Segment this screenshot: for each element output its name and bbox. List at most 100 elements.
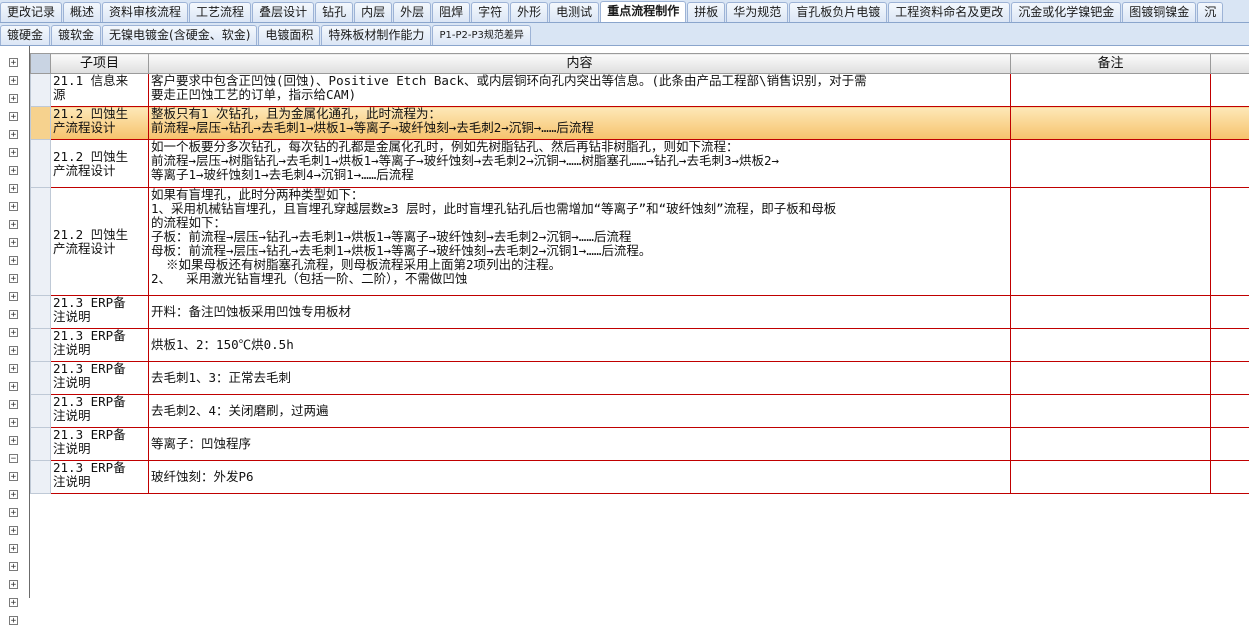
column-header-sub-item[interactable]: 子项目 [51,54,149,74]
cell-content[interactable]: 等离子：凹蚀程序 [149,428,1011,461]
expand-plus-icon[interactable]: + [9,256,18,265]
column-header-content[interactable]: 内容 [149,54,1011,74]
expand-plus-icon[interactable]: + [9,202,18,211]
row-indicator[interactable] [31,74,51,107]
expand-plus-icon[interactable]: + [9,220,18,229]
expand-plus-icon[interactable]: + [9,166,18,175]
expand-plus-icon[interactable]: + [9,310,18,319]
row-indicator[interactable] [31,461,51,494]
expand-plus-icon[interactable]: + [9,346,18,355]
tab-tabs_row1-8[interactable]: 阻焊 [432,2,470,22]
cell-content[interactable]: 开料：备注凹蚀板采用凹蚀专用板材 [149,296,1011,329]
row-indicator[interactable] [31,296,51,329]
cell-sub-item[interactable]: 21.3 ERP备注说明 [51,428,149,461]
expand-plus-icon[interactable]: + [9,580,18,589]
tab-tabs_row2-5[interactable]: P1-P2-P3规范差异 [432,25,530,45]
cell-content[interactable]: 如一个板要分多次钻孔，每次钻的孔都是金属化孔时，例如先树脂钻孔、然后再钻非树脂孔… [149,140,1011,188]
cell-remark[interactable] [1011,188,1211,296]
table-row[interactable]: 21.2 凹蚀生产流程设计整板只有1 次钻孔，且为金属化通孔，此时流程为：前流程… [31,107,1249,140]
tab-tabs_row2-4[interactable]: 特殊板材制作能力 [321,25,431,45]
expand-plus-icon[interactable]: + [9,238,18,247]
tab-tabs_row1-13[interactable]: 拼板 [687,2,725,22]
cell-content[interactable]: 烘板1、2：150℃烘0.5h [149,329,1011,362]
expand-plus-icon[interactable]: + [9,274,18,283]
expand-plus-icon[interactable]: + [9,76,18,85]
expand-plus-icon[interactable]: + [9,526,18,535]
expand-plus-icon[interactable]: + [9,112,18,121]
cell-sub-item[interactable]: 21.3 ERP备注说明 [51,296,149,329]
cell-extra[interactable] [1211,74,1249,107]
tab-tabs_row1-17[interactable]: 沉金或化学镍钯金 [1011,2,1121,22]
cell-extra[interactable] [1211,428,1249,461]
expand-plus-icon[interactable]: + [9,436,18,445]
expand-plus-icon[interactable]: + [9,292,18,301]
tab-tabs_row1-2[interactable]: 资料审核流程 [102,2,188,22]
expand-plus-icon[interactable]: + [9,418,18,427]
cell-content[interactable]: 如果有盲埋孔，此时分两种类型如下：1、采用机械钻盲埋孔，且盲埋孔穿越层数≥3 层… [149,188,1011,296]
expand-plus-icon[interactable]: + [9,382,18,391]
row-indicator[interactable] [31,188,51,296]
cell-remark[interactable] [1011,461,1211,494]
tab-tabs_row1-4[interactable]: 叠层设计 [252,2,314,22]
cell-extra[interactable] [1211,362,1249,395]
expand-plus-icon[interactable]: + [9,598,18,607]
tab-tabs_row2-1[interactable]: 镀软金 [51,25,101,45]
cell-sub-item[interactable]: 21.2 凹蚀生产流程设计 [51,188,149,296]
cell-extra[interactable] [1211,395,1249,428]
expand-plus-icon[interactable]: + [9,184,18,193]
cell-sub-item[interactable]: 21.1 信息来源 [51,74,149,107]
cell-remark[interactable] [1011,140,1211,188]
cell-remark[interactable] [1011,395,1211,428]
cell-sub-item[interactable]: 21.3 ERP备注说明 [51,329,149,362]
cell-remark[interactable] [1011,107,1211,140]
cell-remark[interactable] [1011,74,1211,107]
tab-tabs_row1-10[interactable]: 外形 [510,2,548,22]
cell-remark[interactable] [1011,362,1211,395]
table-row[interactable]: 21.2 凹蚀生产流程设计如果有盲埋孔，此时分两种类型如下：1、采用机械钻盲埋孔… [31,188,1249,296]
cell-extra[interactable] [1211,107,1249,140]
grid-corner-cell[interactable] [31,54,51,74]
cell-extra[interactable] [1211,329,1249,362]
column-header-remark[interactable]: 备注 [1011,54,1211,74]
tab-tabs_row1-16[interactable]: 工程资料命名及更改 [888,2,1010,22]
cell-remark[interactable] [1011,428,1211,461]
expand-plus-icon[interactable]: + [9,400,18,409]
expand-plus-icon[interactable]: + [9,94,18,103]
expand-plus-icon[interactable]: + [9,364,18,373]
row-indicator[interactable] [31,362,51,395]
cell-sub-item[interactable]: 21.3 ERP备注说明 [51,395,149,428]
tab-tabs_row1-14[interactable]: 华为规范 [726,2,788,22]
expand-plus-icon[interactable]: + [9,508,18,517]
expand-plus-icon[interactable]: + [9,328,18,337]
table-row[interactable]: 21.3 ERP备注说明烘板1、2：150℃烘0.5h [31,329,1249,362]
cell-extra[interactable] [1211,140,1249,188]
cell-content[interactable]: 去毛刺1、3：正常去毛刺 [149,362,1011,395]
tab-tabs_row1-18[interactable]: 图镀铜镍金 [1122,2,1196,22]
expand-plus-icon[interactable]: + [9,58,18,67]
expand-plus-icon[interactable]: + [9,544,18,553]
expand-plus-icon[interactable]: + [9,472,18,481]
cell-content[interactable]: 去毛刺2、4：关闭磨刷，过两遍 [149,395,1011,428]
tab-tabs_row2-2[interactable]: 无镍电镀金(含硬金、软金) [102,25,257,45]
cell-sub-item[interactable]: 21.2 凹蚀生产流程设计 [51,140,149,188]
expand-plus-icon[interactable]: + [9,616,18,625]
table-row[interactable]: 21.3 ERP备注说明去毛刺1、3：正常去毛刺 [31,362,1249,395]
cell-sub-item[interactable]: 21.3 ERP备注说明 [51,461,149,494]
tab-tabs_row1-15[interactable]: 盲孔板负片电镀 [789,2,887,22]
column-header-extra[interactable] [1211,54,1249,74]
tab-tabs_row1-7[interactable]: 外层 [393,2,431,22]
tab-tabs_row2-3[interactable]: 电镀面积 [258,25,320,45]
table-row[interactable]: 21.2 凹蚀生产流程设计如一个板要分多次钻孔，每次钻的孔都是金属化孔时，例如先… [31,140,1249,188]
row-indicator[interactable] [31,395,51,428]
expand-plus-icon[interactable]: + [9,562,18,571]
table-row[interactable]: 21.1 信息来源客户要求中包含正凹蚀(回蚀)、Positive Etch Ba… [31,74,1249,107]
cell-content[interactable]: 客户要求中包含正凹蚀(回蚀)、Positive Etch Back、或内层铜环向… [149,74,1011,107]
row-indicator[interactable] [31,140,51,188]
tab-tabs_row1-11[interactable]: 电测试 [549,2,599,22]
tab-tabs_row1-19[interactable]: 沉 [1197,2,1223,22]
cell-remark[interactable] [1011,296,1211,329]
tab-tabs_row2-0[interactable]: 镀硬金 [0,25,50,45]
cell-extra[interactable] [1211,188,1249,296]
row-indicator[interactable] [31,107,51,140]
row-indicator[interactable] [31,428,51,461]
